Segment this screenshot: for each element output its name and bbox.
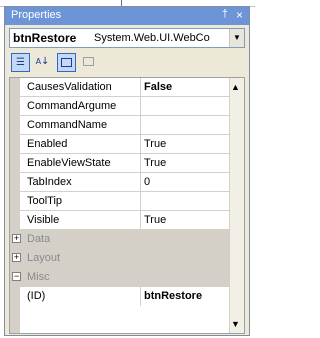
expand-icon[interactable]: + — [12, 253, 21, 262]
category-row[interactable]: + Data — [10, 230, 230, 249]
object-name: btnRestore — [13, 31, 77, 45]
property-row[interactable]: EnableViewState True — [10, 154, 230, 173]
property-grid: CausesValidation False CommandArgume Comman… — [9, 77, 245, 334]
property-name: CommandArgume — [27, 100, 117, 112]
scroll-up-icon[interactable]: ▲ — [231, 82, 240, 92]
property-row[interactable]: Visible True — [10, 211, 230, 230]
property-name: CommandName — [27, 119, 108, 131]
object-selector[interactable]: btnRestore System.Web.UI.WebCo ▼ — [9, 28, 245, 48]
categorized-icon[interactable]: ☰ — [11, 53, 30, 72]
property-value[interactable]: 0 — [140, 173, 230, 192]
property-name: Visible — [27, 214, 60, 226]
property-row[interactable]: TabIndex 0 — [10, 173, 230, 192]
category-row[interactable]: + Layout — [10, 249, 230, 268]
property-row[interactable]: Enabled True — [10, 135, 230, 154]
property-value[interactable]: True — [140, 211, 230, 230]
properties-icon[interactable] — [57, 53, 76, 72]
object-type: System.Web.UI.WebCo — [94, 32, 210, 44]
property-row[interactable]: CommandArgume — [10, 97, 230, 116]
property-value[interactable]: True — [140, 135, 230, 154]
chevron-down-icon[interactable]: ▼ — [229, 29, 244, 47]
sort-arrow: ↓ — [41, 56, 50, 67]
alphabetical-icon[interactable]: A↓ — [33, 53, 52, 72]
window-title: Properties — [11, 9, 62, 21]
property-name: Enabled — [27, 138, 68, 150]
property-value[interactable] — [140, 192, 230, 211]
pin-icon[interactable]: † — [222, 8, 228, 20]
category-label: Layout — [27, 252, 61, 264]
property-name: EnableViewState — [27, 157, 111, 169]
expand-icon[interactable]: − — [12, 272, 21, 281]
property-name: ToolTip — [27, 195, 63, 207]
expand-icon[interactable]: + — [12, 234, 21, 243]
property-value[interactable]: True — [140, 154, 230, 173]
property-name: (ID) — [27, 290, 46, 302]
property-name: CausesValidation — [27, 81, 112, 93]
category-label: Misc — [27, 271, 50, 283]
category-row[interactable]: − Misc — [10, 268, 230, 287]
property-value[interactable]: btnRestore — [140, 287, 230, 306]
property-row[interactable]: CommandName — [10, 116, 230, 135]
close-icon[interactable]: × — [236, 8, 243, 22]
title-bar: Properties † × — [5, 7, 249, 25]
properties-toolbar: ☰ A↓ — [9, 52, 245, 74]
vertical-scrollbar[interactable]: ▲ ▼ — [229, 78, 244, 333]
property-value[interactable] — [140, 97, 230, 116]
category-label: Data — [27, 233, 51, 245]
events-icon[interactable] — [79, 53, 98, 72]
property-row[interactable]: CausesValidation False — [10, 78, 230, 97]
property-name: TabIndex — [27, 176, 72, 188]
property-row[interactable]: ToolTip — [10, 192, 230, 211]
property-row-id[interactable]: (ID) btnRestore — [10, 287, 230, 306]
properties-window: Properties † × btnRestore System.Web.UI.… — [4, 6, 250, 336]
property-value[interactable] — [140, 116, 230, 135]
scroll-down-icon[interactable]: ▼ — [231, 319, 240, 329]
property-value[interactable]: False — [140, 78, 230, 97]
